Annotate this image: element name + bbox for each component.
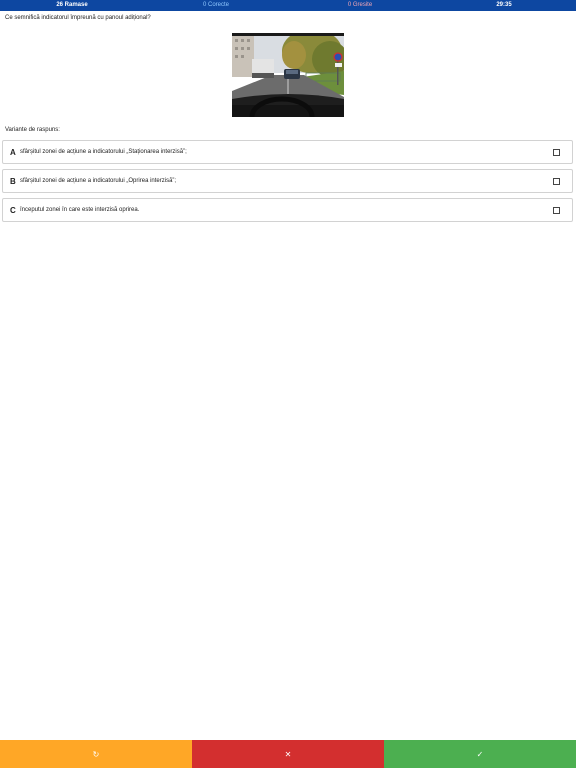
answer-text: sfârșitul zonei de acțiune a indicatorul… xyxy=(20,149,187,155)
timer: 29:35 xyxy=(496,2,512,8)
refresh-icon: ↻ xyxy=(92,749,100,759)
answer-letter: C xyxy=(10,206,16,215)
skip-button[interactable]: ↻ xyxy=(0,740,192,768)
close-icon: ✕ xyxy=(284,749,292,759)
answer-letter: B xyxy=(10,177,16,186)
answer-option-c[interactable]: C începutul zonei în care este interzisă… xyxy=(2,198,573,222)
remaining-count: 26 Ramase xyxy=(56,2,88,8)
question-image xyxy=(232,33,344,117)
answer-checkbox[interactable] xyxy=(553,178,560,185)
question-text: Ce semnifică indicatorul împreună cu pan… xyxy=(5,15,151,21)
reject-button[interactable]: ✕ xyxy=(192,740,384,768)
wrong-count: 0 Gresite xyxy=(347,2,373,8)
answer-letter: A xyxy=(10,148,16,157)
confirm-button[interactable]: ✓ xyxy=(384,740,576,768)
answers-label: Variante de raspuns: xyxy=(5,127,60,133)
answer-option-b[interactable]: B sfârșitul zonei de acțiune a indicator… xyxy=(2,169,573,193)
answer-checkbox[interactable] xyxy=(553,149,560,156)
answer-text: începutul zonei în care este interzisă o… xyxy=(20,207,140,213)
answer-option-a[interactable]: A sfârșitul zonei de acțiune a indicator… xyxy=(2,140,573,164)
action-bar: ↻ ✕ ✓ xyxy=(0,740,576,768)
check-icon: ✓ xyxy=(476,749,484,759)
correct-count: 0 Corecte xyxy=(202,2,229,8)
answer-text: sfârșitul zonei de acțiune a indicatorul… xyxy=(20,178,177,184)
answer-checkbox[interactable] xyxy=(553,207,560,214)
status-bar: 26 Ramase 0 Corecte 0 Gresite 29:35 xyxy=(0,0,576,11)
